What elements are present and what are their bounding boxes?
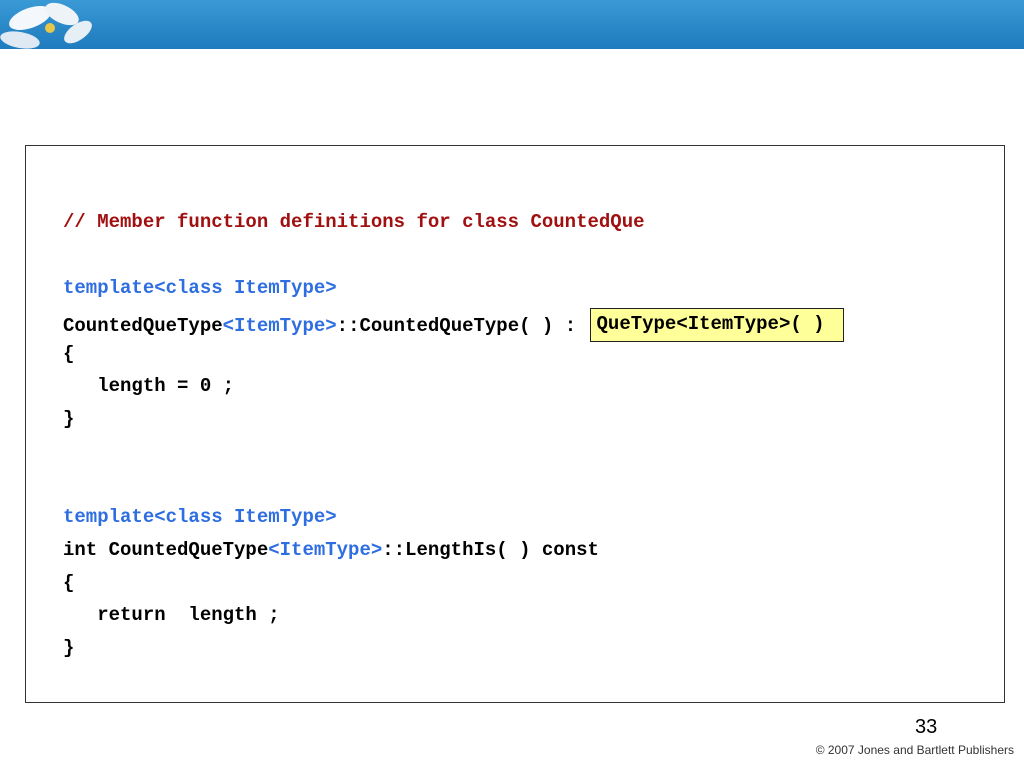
flower-decoration-icon (0, 2, 92, 49)
page-number: 33 (915, 716, 938, 738)
sig-method: ::CountedQueType( ) : (336, 315, 588, 337)
header-bar (0, 0, 1024, 49)
sig-class: CountedQueType (63, 315, 223, 337)
lengthis-body: return length ; (63, 604, 280, 626)
open-brace-2: { (63, 572, 75, 594)
sig2-type-param: <ItemType> (268, 539, 383, 561)
sig-type-param: <ItemType> (222, 315, 337, 337)
sig2-method: ::LengthIs( ) const (382, 539, 599, 561)
template-line-2: template<class ItemType> (63, 506, 337, 528)
base-init-highlight: QueType<ItemType>( ) (589, 308, 844, 342)
code-box: // Member function definitions for class… (25, 145, 1005, 703)
constructor-body: length = 0 ; (63, 375, 235, 397)
constructor-signature: CountedQueType<ItemType>::CountedQueType… (63, 308, 844, 344)
copyright-notice: © 2007 Jones and Bartlett Publishers (815, 743, 1014, 757)
close-brace-2: } (63, 637, 75, 659)
template-line-1: template<class ItemType> (63, 277, 337, 299)
sig2-class: int CountedQueType (63, 539, 269, 561)
lengthis-signature: int CountedQueType<ItemType>::LengthIs( … (63, 539, 599, 561)
code-comment: // Member function definitions for class… (63, 211, 645, 233)
open-brace-1: { (63, 343, 75, 365)
close-brace-1: } (63, 408, 75, 430)
